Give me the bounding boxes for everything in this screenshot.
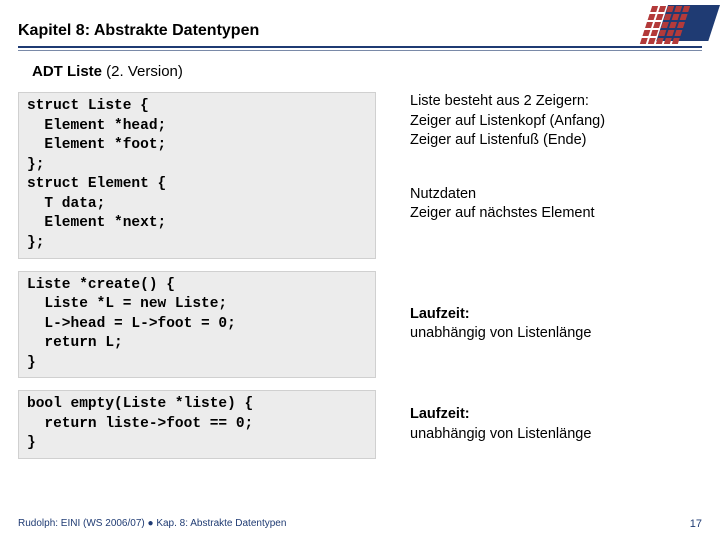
- page-number: 17: [690, 518, 702, 530]
- code-description: Laufzeit: unabhängig von Listenlänge: [376, 305, 591, 344]
- divider-thick: [18, 46, 702, 48]
- slide-footer: Rudolph: EINI (WS 2006/07) ● Kap. 8: Abs…: [0, 518, 720, 530]
- slide-header: Kapitel 8: Abstrakte Datentypen ADT List…: [0, 0, 720, 92]
- code-block: Liste *create() { Liste *L = new Liste; …: [18, 271, 376, 379]
- desc-text: unabhängig von Listenlänge: [410, 425, 591, 445]
- desc-label: Laufzeit:: [410, 305, 591, 325]
- desc-text-top: Liste besteht aus 2 Zeigern: Zeiger auf …: [410, 92, 605, 151]
- code-row: Liste *create() { Liste *L = new Liste; …: [18, 271, 702, 379]
- footer-text: Rudolph: EINI (WS 2006/07) ● Kap. 8: Abs…: [18, 518, 286, 530]
- code-block: bool empty(Liste *liste) { return liste-…: [18, 390, 376, 459]
- code-description: Liste besteht aus 2 Zeigern: Zeiger auf …: [376, 92, 605, 224]
- desc-label: Laufzeit:: [410, 405, 591, 425]
- desc-text-bottom: Nutzdaten Zeiger auf nächstes Element: [410, 185, 605, 224]
- code-block: struct Liste { Element *head; Element *f…: [18, 92, 376, 259]
- subtitle-bold: ADT Liste: [32, 63, 102, 80]
- subtitle-rest: (2. Version): [102, 63, 183, 80]
- code-row: bool empty(Liste *liste) { return liste-…: [18, 390, 702, 459]
- corner-decoration: [630, 0, 720, 48]
- divider-thin: [18, 50, 702, 51]
- desc-text: unabhängig von Listenlänge: [410, 324, 591, 344]
- chapter-title: Kapitel 8: Abstrakte Datentypen: [18, 22, 702, 44]
- code-row: struct Liste { Element *head; Element *f…: [18, 92, 702, 259]
- slide-content: struct Liste { Element *head; Element *f…: [0, 92, 720, 459]
- code-description: Laufzeit: unabhängig von Listenlänge: [376, 405, 591, 444]
- slide-subtitle: ADT Liste (2. Version): [18, 57, 702, 88]
